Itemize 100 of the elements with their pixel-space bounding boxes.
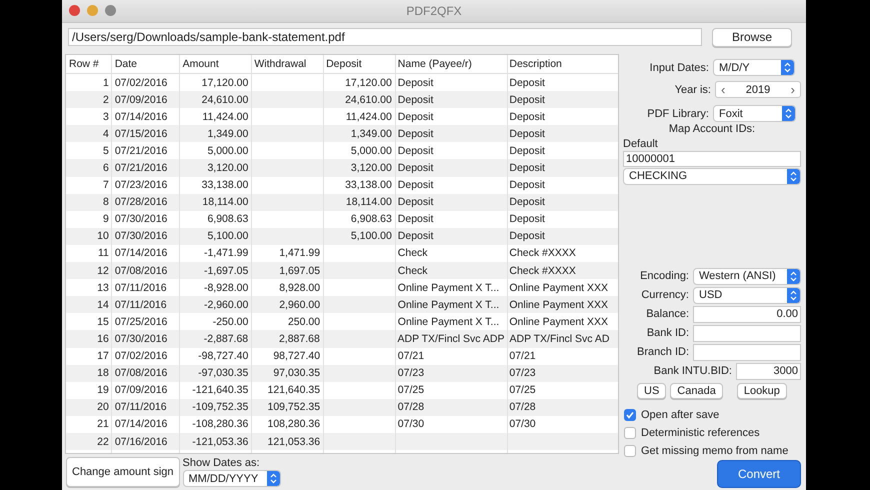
stepper-arrows-icon[interactable] <box>781 60 794 75</box>
bank-intu-bid-field[interactable]: 3000 <box>736 362 801 380</box>
column-header[interactable]: Row # <box>69 58 99 70</box>
table-cell: Deposit <box>509 76 545 89</box>
field-label: Bank ID: <box>646 327 689 340</box>
input-dates-dropdown[interactable]: M/D/Y <box>713 59 795 76</box>
map-account-ids-label: Map Account IDs: <box>668 123 756 135</box>
currency-dropdown[interactable]: USD <box>693 286 801 304</box>
table-cell: -121,053.36 <box>192 436 248 448</box>
table-cell: 07/23 <box>509 367 536 380</box>
field-label: Year is: <box>674 84 711 96</box>
region-button[interactable]: US <box>637 382 666 399</box>
field-label: Encoding: <box>640 270 689 282</box>
table-cell: 07/09/2016 <box>114 384 168 396</box>
table-cell: -250.00 <box>212 316 248 328</box>
table-cell: 07/28/2016 <box>114 196 168 208</box>
table-cell: 2,887.68 <box>278 332 320 345</box>
table-cell: Deposit <box>398 162 434 174</box>
table-cell: 1,349.00 <box>207 128 248 140</box>
table-cell: -2,960.00 <box>204 298 248 311</box>
stepper-arrows-icon[interactable] <box>787 288 800 303</box>
table-cell: Deposit <box>398 94 434 106</box>
column-header[interactable]: Date <box>114 58 138 70</box>
table-cell: 07/25 <box>509 384 536 396</box>
file-path-field[interactable]: /Users/serg/Downloads/sample-bank-statement.pdf <box>68 28 702 46</box>
table-cell: 3,120.00 <box>207 162 248 174</box>
table-cell: 3 <box>103 110 109 123</box>
table-cell: 07/30 <box>398 418 424 430</box>
checkbox[interactable] <box>624 426 636 439</box>
table-cell: Deposit <box>398 230 434 242</box>
column-header[interactable]: Amount <box>182 58 219 70</box>
balance-field[interactable]: 0.00 <box>693 306 801 323</box>
table-cell: 07/11/2016 <box>114 282 167 294</box>
table-cell: Online Payment XXX <box>509 298 608 311</box>
table-cell: 33,138.00 <box>345 179 392 192</box>
browse-button[interactable]: Browse <box>712 28 792 47</box>
table-cell: 07/14/2016 <box>114 418 168 430</box>
change-amount-sign-button[interactable]: Change amount sign <box>66 457 180 487</box>
table-cell: 07/09/2016 <box>114 94 168 106</box>
previous-year-button[interactable]: ‹ <box>716 82 730 97</box>
convert-button[interactable]: Convert <box>717 460 801 488</box>
table-cell: 11,424.00 <box>346 110 392 123</box>
lookup-button[interactable]: Lookup <box>736 382 787 399</box>
table-cell: Check <box>398 247 428 260</box>
stepper-arrows-icon[interactable] <box>787 168 800 184</box>
close-button[interactable] <box>69 5 80 16</box>
table-cell: 6,908.63 <box>207 213 248 226</box>
table-cell: Deposit <box>398 144 434 157</box>
bank-id-field[interactable] <box>693 324 801 342</box>
column-header[interactable]: Deposit <box>326 58 362 70</box>
table-cell: -1,697.05 <box>204 264 248 277</box>
date-format-dropdown[interactable]: MM/DD/YYYY <box>182 470 281 487</box>
table-cell: 97,030.35 <box>273 367 320 380</box>
encoding-dropdown[interactable]: Western (ANSI) <box>693 268 801 285</box>
checkbox-label: Open after save <box>641 408 720 421</box>
account-id-field[interactable]: 10000001 <box>623 150 801 167</box>
column-header[interactable]: Withdrawal <box>254 58 306 70</box>
table-cell: 19 <box>97 384 109 396</box>
table-cell: 8,928.00 <box>279 282 320 294</box>
stepper-arrows-icon[interactable] <box>787 268 800 284</box>
table-cell: 6,908.63 <box>350 213 392 226</box>
branch-id-field[interactable] <box>693 344 801 361</box>
column-header[interactable]: Description <box>509 58 562 70</box>
table-cell: Deposit <box>509 144 545 157</box>
stepper-arrows-icon[interactable] <box>266 471 280 486</box>
zoom-button[interactable] <box>105 5 116 16</box>
table-cell: 07/25/2016 <box>114 316 168 328</box>
column-header[interactable]: Name (Payee/r) <box>398 58 472 70</box>
checkbox[interactable] <box>624 444 636 457</box>
table-cell: ADP TX/Fincl Svc ADP <box>398 332 504 345</box>
table-cell: 07/02/2016 <box>114 350 168 362</box>
year-stepper[interactable]: ‹ 2019 › <box>715 81 801 98</box>
table-cell: Deposit <box>398 213 434 226</box>
table-cell: 07/23 <box>398 367 424 380</box>
field-label: Bank INTU.BID: <box>654 365 732 378</box>
table-cell: 22 <box>97 436 109 448</box>
table-cell: 18 <box>97 367 109 380</box>
table-cell: 24,610.00 <box>345 94 392 106</box>
region-button[interactable]: Canada <box>670 382 723 399</box>
table-cell: 07/11/2016 <box>114 401 167 414</box>
table-cell: -109,752.35 <box>192 401 248 414</box>
checkbox[interactable] <box>624 408 636 421</box>
account-type-dropdown[interactable]: CHECKING <box>623 168 801 185</box>
table-cell: 250.00 <box>288 316 320 328</box>
stepper-arrows-icon[interactable] <box>782 106 795 121</box>
pdf-library-dropdown[interactable]: Foxit <box>713 105 796 122</box>
table-cell: 07/23/2016 <box>114 179 168 192</box>
checkbox-label: Deterministic references <box>641 426 760 439</box>
table-cell: 21 <box>97 418 109 430</box>
table-cell: -98,727.40 <box>198 350 248 362</box>
table-cell: 20 <box>97 401 109 414</box>
table-cell: Deposit <box>398 179 434 192</box>
next-year-button[interactable]: › <box>786 82 800 97</box>
table-cell: Deposit <box>509 196 545 208</box>
table-cell: Deposit <box>398 76 434 89</box>
table-cell: 33,138.00 <box>202 179 248 192</box>
table-cell: Online Payment XXX <box>509 282 608 294</box>
table-cell: 07/30 <box>509 418 536 430</box>
table-cell: -121,640.35 <box>192 384 248 396</box>
show-dates-label: Show Dates as: <box>182 457 261 470</box>
